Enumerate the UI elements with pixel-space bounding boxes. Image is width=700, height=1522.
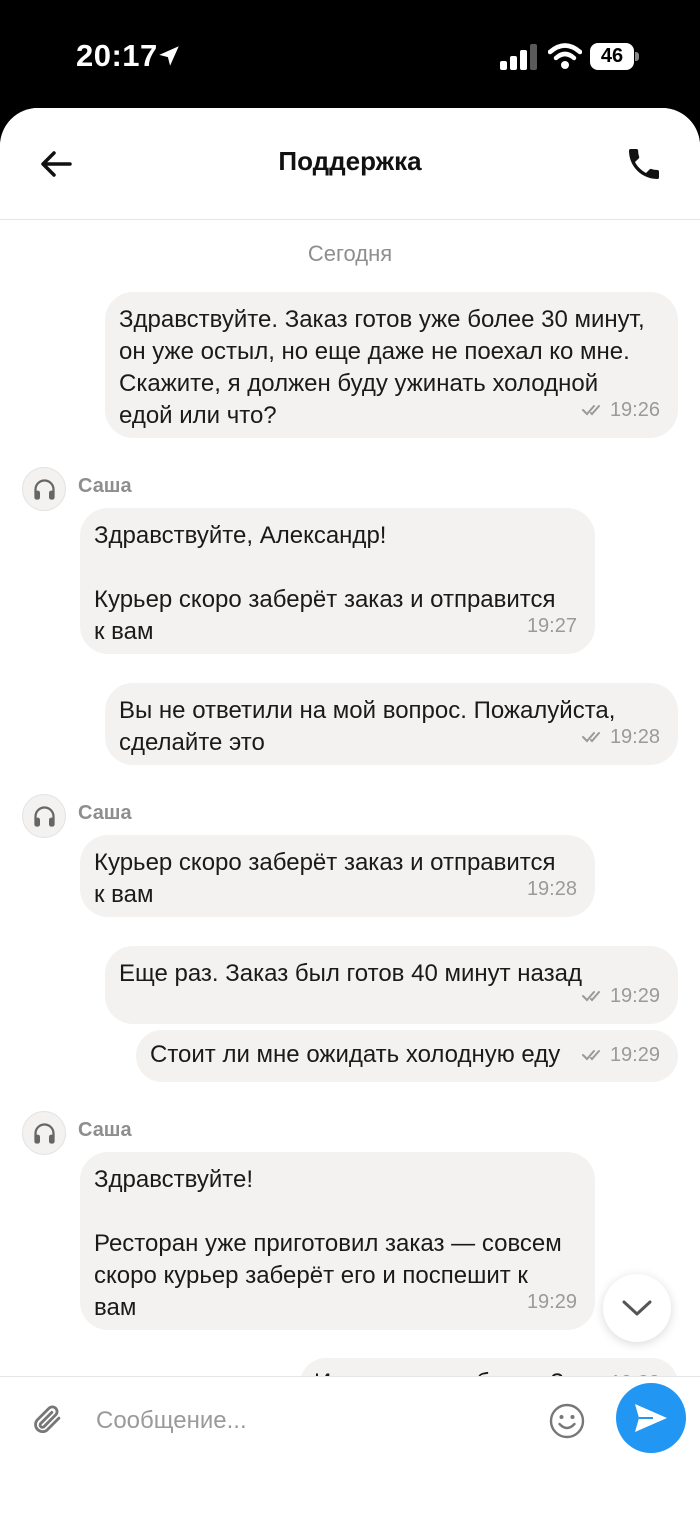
outgoing-message[interactable]: Еще раз. Заказ был готов 40 минут назад …	[105, 946, 678, 1024]
message-meta: 19:26	[581, 394, 660, 426]
message-text: Здравствуйте! Ресторан уже приготовил за…	[94, 1166, 562, 1321]
message-time: 19:28	[609, 726, 660, 748]
chevron-down-icon	[622, 1300, 652, 1316]
scroll-to-bottom-button[interactable]	[603, 1274, 671, 1342]
avatar	[22, 467, 66, 511]
message-time: 19:29	[609, 985, 660, 1007]
message-text: Вы не ответили на мой вопрос. Пожалуйста…	[119, 697, 616, 756]
smiley-icon[interactable]	[549, 1403, 585, 1439]
cellular-signal-icon	[500, 44, 537, 70]
message-time: 19:26	[609, 399, 660, 421]
battery-level: 46	[590, 43, 634, 70]
sender-name: Саша	[78, 475, 132, 497]
message-meta: 19:29	[581, 1039, 660, 1071]
message-text: Здравствуйте, Александр! Курьер скоро за…	[94, 522, 556, 645]
message-meta: 19:29	[610, 1367, 660, 1376]
paperclip-icon[interactable]	[32, 1401, 66, 1441]
incoming-message[interactable]: Здравствуйте, Александр! Курьер скоро за…	[80, 508, 595, 654]
outgoing-message[interactable]: Или как это работает? 19:29	[300, 1358, 678, 1376]
status-bar: 20:17 46	[0, 0, 700, 108]
status-time: 20:17	[76, 38, 158, 73]
page-title: Поддержка	[278, 146, 422, 176]
support-chat-sheet: Поддержка Сегодня Здравствуйте. Заказ го…	[0, 108, 700, 1522]
phone-icon[interactable]	[624, 144, 664, 184]
outgoing-message[interactable]: Стоит ли мне ожидать холодную еду 19:29	[136, 1030, 678, 1082]
avatar	[22, 794, 66, 838]
message-input[interactable]	[96, 1399, 536, 1443]
message-meta: 19:29	[581, 980, 660, 1012]
double-check-icon	[581, 1050, 600, 1061]
message-text: Еще раз. Заказ был готов 40 минут назад	[119, 960, 582, 987]
battery-indicator: 46	[590, 43, 640, 70]
send-button[interactable]	[616, 1383, 686, 1453]
avatar	[22, 1111, 66, 1155]
headset-icon	[34, 1123, 55, 1144]
chat-header: Поддержка	[0, 108, 700, 220]
message-list[interactable]: Сегодня Здравствуйте. Заказ готов уже бо…	[0, 221, 700, 1376]
wifi-icon	[548, 43, 582, 69]
message-text: Здравствуйте. Заказ готов уже более 30 м…	[119, 306, 645, 429]
message-meta: 19:28	[581, 721, 660, 753]
location-arrow-icon	[159, 46, 179, 66]
message-time: 19:27	[526, 615, 577, 637]
sender-name: Саша	[78, 1119, 132, 1141]
message-time: 19:29	[610, 1367, 660, 1376]
message-time: 19:29	[609, 1044, 660, 1066]
outgoing-message[interactable]: Здравствуйте. Заказ готов уже более 30 м…	[105, 292, 678, 438]
message-meta: 19:28	[527, 873, 577, 905]
message-time: 19:29	[526, 1291, 577, 1313]
headset-icon	[34, 806, 55, 827]
double-check-icon	[581, 732, 600, 743]
incoming-message[interactable]: Курьер скоро заберёт заказ и отправится …	[80, 835, 595, 917]
outgoing-message[interactable]: Вы не ответили на мой вопрос. Пожалуйста…	[105, 683, 678, 765]
date-separator: Сегодня	[307, 241, 393, 266]
message-time: 19:28	[526, 878, 577, 900]
message-meta: 19:29	[527, 1286, 577, 1318]
incoming-message[interactable]: Здравствуйте! Ресторан уже приготовил за…	[80, 1152, 595, 1330]
message-meta: 19:27	[527, 610, 577, 642]
headset-icon	[34, 479, 55, 500]
double-check-icon	[581, 991, 600, 1002]
message-composer	[0, 1376, 700, 1522]
sender-name: Саша	[78, 802, 132, 824]
message-text: Курьер скоро заберёт заказ и отправится …	[94, 849, 556, 908]
double-check-icon	[581, 405, 600, 416]
send-icon	[635, 1404, 667, 1432]
